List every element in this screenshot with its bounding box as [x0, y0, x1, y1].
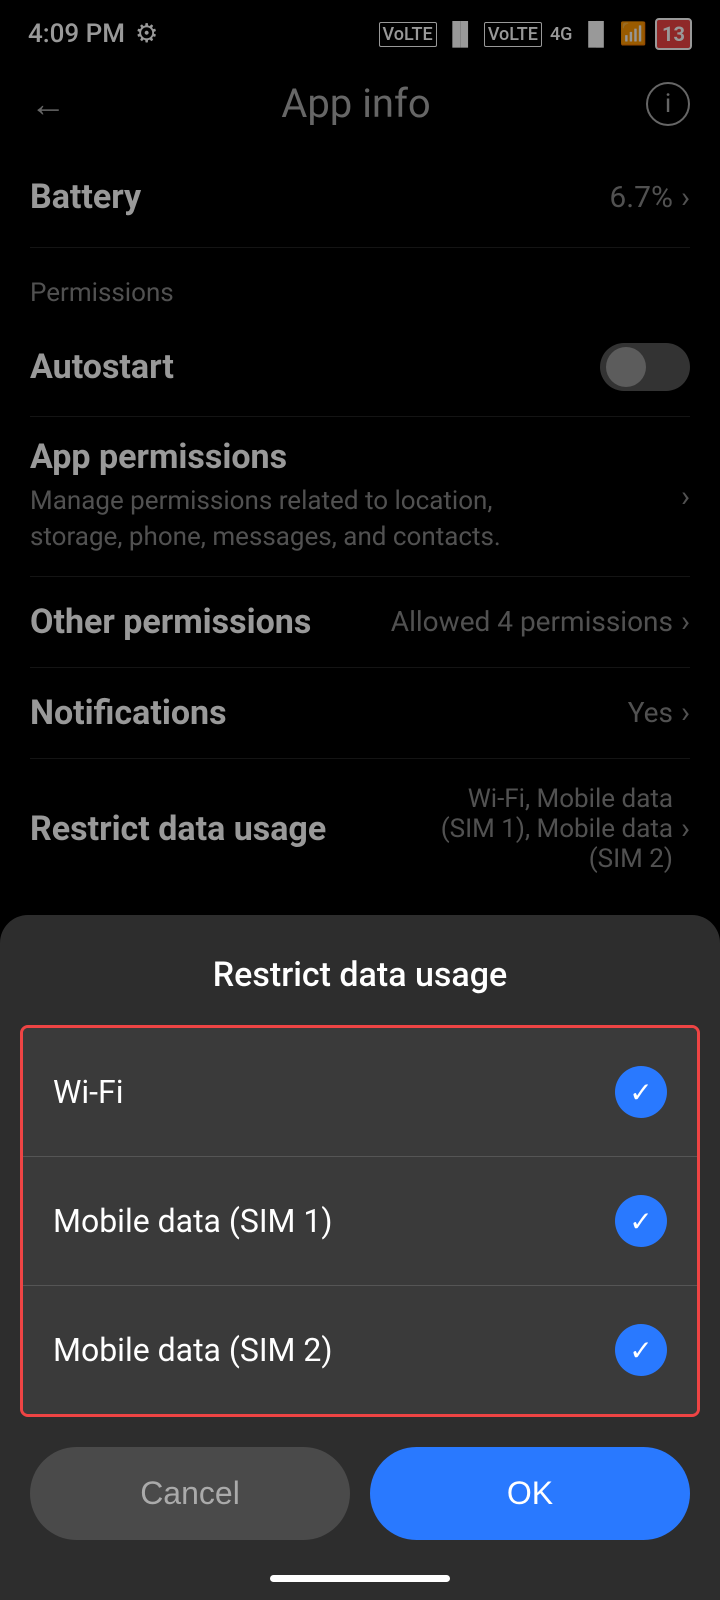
dialog-title: Restrict data usage — [0, 915, 720, 1025]
sim2-checkbox[interactable]: ✓ — [615, 1324, 667, 1376]
restrict-data-dialog: Restrict data usage Wi-Fi ✓ Mobile data … — [0, 915, 720, 1600]
dialog-buttons: Cancel OK — [0, 1447, 720, 1540]
sim1-check-icon: ✓ — [629, 1205, 652, 1238]
sim2-option-row[interactable]: Mobile data (SIM 2) ✓ — [23, 1285, 697, 1414]
options-container: Wi-Fi ✓ Mobile data (SIM 1) ✓ Mobile dat… — [20, 1025, 700, 1417]
sim2-check-icon: ✓ — [629, 1334, 652, 1367]
sim1-option-label: Mobile data (SIM 1) — [53, 1202, 333, 1240]
wifi-option-row[interactable]: Wi-Fi ✓ — [23, 1028, 697, 1156]
wifi-checkbox[interactable]: ✓ — [615, 1066, 667, 1118]
sim2-option-label: Mobile data (SIM 2) — [53, 1331, 333, 1369]
wifi-check-icon: ✓ — [629, 1076, 652, 1109]
sim1-option-row[interactable]: Mobile data (SIM 1) ✓ — [23, 1156, 697, 1285]
wifi-option-label: Wi-Fi — [53, 1073, 123, 1111]
ok-button[interactable]: OK — [370, 1447, 690, 1540]
sim1-checkbox[interactable]: ✓ — [615, 1195, 667, 1247]
cancel-button[interactable]: Cancel — [30, 1447, 350, 1540]
home-indicator — [270, 1575, 450, 1582]
